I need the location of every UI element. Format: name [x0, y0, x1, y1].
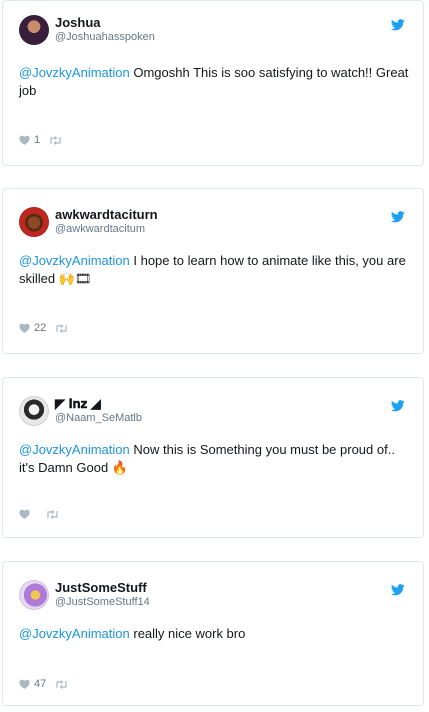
heart-icon[interactable]: [19, 135, 30, 145]
mention-link[interactable]: @JovzkyAnimation: [19, 65, 130, 80]
author-name[interactable]: ◤ 𝐈𝐧𝐳 ◢: [55, 396, 142, 411]
twitter-bird-icon[interactable]: [391, 211, 405, 223]
tweet-header: awkwardtaciturn @awkwardtacitum: [19, 207, 158, 237]
heart-icon[interactable]: [19, 509, 30, 519]
retweet-icon[interactable]: [55, 679, 68, 689]
mention-link[interactable]: @JovzkyAnimation: [19, 442, 130, 457]
like-count: 47: [34, 678, 47, 690]
mention-link[interactable]: @JovzkyAnimation: [19, 626, 130, 641]
tweet-actions: 47: [19, 678, 68, 690]
twitter-bird-icon[interactable]: [391, 400, 405, 412]
avatar[interactable]: [19, 396, 49, 426]
tweet-card[interactable]: Joshua @Joshuahasspoken @JovzkyAnimation…: [2, 0, 424, 166]
retweet-icon[interactable]: [55, 323, 68, 333]
retweet-icon[interactable]: [49, 135, 62, 145]
author-handle[interactable]: @Naam_SeMatlb: [55, 411, 142, 426]
twitter-bird-icon[interactable]: [391, 584, 405, 596]
heart-icon[interactable]: [19, 679, 30, 689]
author-handle[interactable]: @awkwardtacitum: [55, 222, 158, 237]
like-count: 1: [34, 134, 41, 146]
mention-link[interactable]: @JovzkyAnimation: [19, 253, 130, 268]
author-handle[interactable]: @JustSomeStuff14: [55, 595, 150, 610]
author-info: Joshua @Joshuahasspoken: [55, 15, 155, 45]
avatar[interactable]: [19, 580, 49, 610]
tweet-header: Joshua @Joshuahasspoken: [19, 15, 155, 45]
twitter-bird-icon[interactable]: [391, 19, 405, 31]
avatar[interactable]: [19, 15, 49, 45]
tweet-card[interactable]: JustSomeStuff @JustSomeStuff14 @JovzkyAn…: [2, 561, 424, 706]
tweet-actions: [19, 509, 59, 519]
avatar[interactable]: [19, 207, 49, 237]
author-name[interactable]: JustSomeStuff: [55, 580, 150, 595]
author-info: JustSomeStuff @JustSomeStuff14: [55, 580, 150, 610]
author-info: ◤ 𝐈𝐧𝐳 ◢ @Naam_SeMatlb: [55, 396, 142, 426]
tweet-actions: 22: [19, 322, 68, 334]
tweet-text: @JovzkyAnimation Omgoshh This is soo sat…: [19, 64, 411, 100]
author-info: awkwardtaciturn @awkwardtacitum: [55, 207, 158, 237]
tweet-card[interactable]: awkwardtaciturn @awkwardtacitum @JovzkyA…: [2, 188, 424, 354]
tweet-text: @JovzkyAnimation Now this is Something y…: [19, 441, 411, 477]
tweet-text: @JovzkyAnimation I hope to learn how to …: [19, 252, 411, 288]
heart-icon[interactable]: [19, 323, 30, 333]
tweet-header: ◤ 𝐈𝐧𝐳 ◢ @Naam_SeMatlb: [19, 396, 142, 426]
tweet-card[interactable]: ◤ 𝐈𝐧𝐳 ◢ @Naam_SeMatlb @JovzkyAnimation N…: [2, 377, 424, 538]
tweet-text: @JovzkyAnimation really nice work bro: [19, 625, 411, 643]
author-handle[interactable]: @Joshuahasspoken: [55, 30, 155, 45]
like-count: 22: [34, 322, 47, 334]
tweet-header: JustSomeStuff @JustSomeStuff14: [19, 580, 150, 610]
retweet-icon[interactable]: [46, 509, 59, 519]
tweet-body: really nice work bro: [129, 626, 246, 641]
author-name[interactable]: awkwardtaciturn: [55, 207, 158, 222]
tweet-actions: 1: [19, 134, 62, 146]
author-name[interactable]: Joshua: [55, 15, 155, 30]
